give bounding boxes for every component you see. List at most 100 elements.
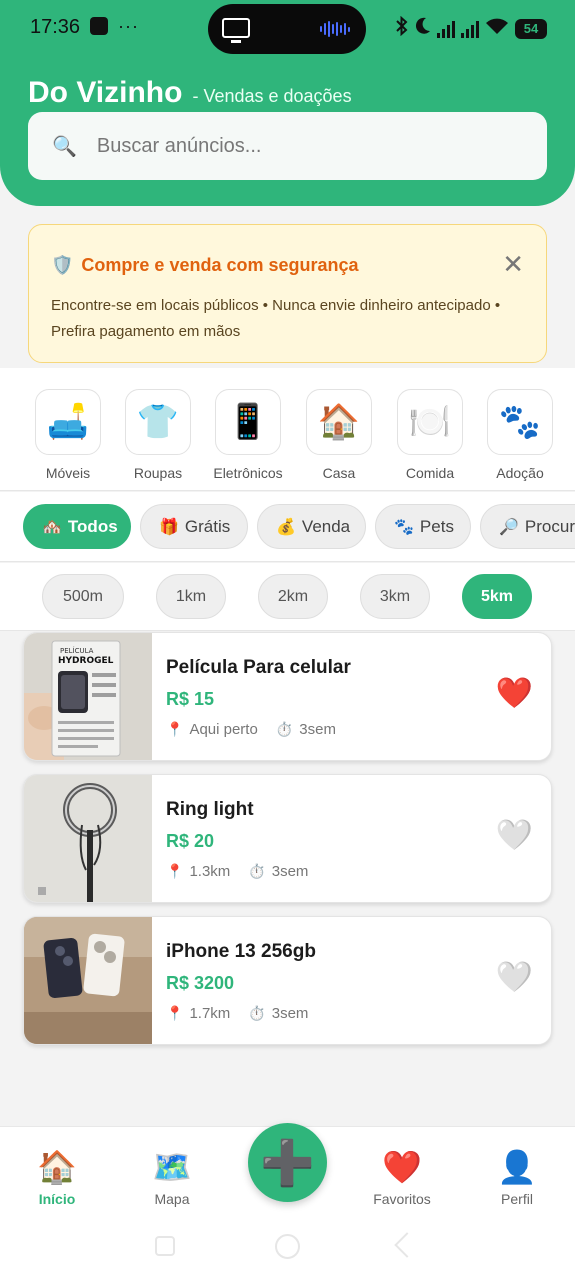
favorite-heart-icon[interactable]: ❤️ [496,679,533,709]
listing-distance: 1.7km [189,1005,231,1022]
app-header: 17:36 ··· 54 Do Vizinho - Vendas e doaçõ… [0,0,575,206]
listing-card[interactable]: Ring light R$ 20 📍 1.3km ⏱️ 3sem 🤍 [23,774,552,903]
status-bar: 17:36 ··· 54 [0,0,575,56]
moon-icon [415,17,431,40]
location-pin-icon: 📍 [166,863,184,879]
signal-icon-1 [437,20,455,38]
shield-icon: 🛡️ [51,255,74,275]
profile-icon: 👤 [497,1149,537,1185]
recent-apps-button[interactable] [155,1236,175,1256]
category-label: Eletrônicos [213,465,283,481]
paw-icon: 🐾 [487,389,553,455]
filter-pets[interactable]: 🐾 Pets [375,504,471,549]
distance-5km[interactable]: 5km [462,574,532,619]
category-roupas[interactable]: 👕 Roupas [113,389,203,481]
category-list: 🛋️ Móveis 👕 Roupas 📱 Eletrônicos 🏠 Casa … [0,368,575,491]
favorite-heart-icon[interactable]: 🤍 [496,821,533,851]
magnifier-icon: 🔎 [499,518,519,536]
listing-time: 3sem [271,863,309,880]
listing-card[interactable]: iPhone 13 256gb R$ 3200 📍 1.7km ⏱️ 3sem … [23,916,552,1045]
category-label: Comida [405,465,455,481]
home-icon: 🏠 [37,1149,77,1185]
status-time: 17:36 [30,16,81,38]
gift-icon: 🎁 [159,518,179,536]
listing-card[interactable]: PELÍCULA HYDROGEL Película Para celular … [23,632,552,761]
paw-icon: 🐾 [394,518,414,536]
stopwatch-icon: ⏱️ [275,721,294,737]
listing-distance: Aqui perto [189,721,258,738]
distance-3km[interactable]: 3km [360,574,430,619]
bluetooth-icon [395,15,409,41]
search-bar[interactable]: 🔍 [28,112,547,180]
category-moveis[interactable]: 🛋️ Móveis [23,389,113,481]
plate-icon: 🍽️ [397,389,463,455]
category-label: Móveis [45,465,91,481]
system-navigation [0,1226,575,1266]
listing-photo: PELÍCULA HYDROGEL [24,633,152,760]
wifi-icon [485,17,509,40]
distance-filter: 500m 1km 2km 3km 5km [0,563,575,631]
nav-favoritos[interactable]: ❤️ Favoritos [352,1147,452,1207]
listing-distance: 1.3km [189,863,231,880]
add-listing-button[interactable]: ➕ [248,1123,327,1202]
listing-time: 3sem [299,721,336,738]
category-adocao[interactable]: 🐾 Adoção [475,389,565,481]
distance-2km[interactable]: 2km [258,574,328,619]
listing-price: R$ 20 [166,831,215,851]
distance-1km[interactable]: 1km [156,574,226,619]
app-title: Do Vizinho [28,76,183,109]
app-subtitle: - Vendas e doações [192,86,352,106]
safety-banner: 🛡️ Compre e venda com segurança ✕ Encont… [28,224,547,363]
listing-price: R$ 15 [166,689,215,709]
stopwatch-icon: ⏱️ [248,863,266,879]
category-label: Roupas [133,465,183,481]
safety-title: Compre e venda com segurança [81,255,359,275]
category-eletronicos[interactable]: 📱 Eletrônicos [203,389,293,481]
nav-perfil[interactable]: 👤 Perfil [467,1147,567,1207]
nav-inicio[interactable]: 🏠 Início [7,1147,107,1207]
houses-icon: 🏘️ [42,518,62,536]
listing-time: 3sem [271,1005,309,1022]
nav-mapa[interactable]: 🗺️ Mapa [122,1147,222,1207]
dynamic-island [208,4,366,54]
listing-photo [24,917,152,1044]
safety-text: Encontre-se em locais públicos • Nunca e… [51,297,501,340]
search-icon: 🔍 [52,135,77,158]
audio-wave-icon [320,20,350,38]
stopwatch-icon: ⏱️ [248,1005,266,1021]
close-icon[interactable]: ✕ [502,251,524,277]
back-button[interactable] [394,1232,420,1258]
home-button[interactable] [275,1234,300,1259]
filter-procura[interactable]: 🔎 Procur [480,504,575,549]
listing-title: Película Para celular [166,657,351,678]
filter-todos[interactable]: 🏘️ Todos [23,504,131,549]
search-input[interactable] [96,134,497,158]
category-comida[interactable]: 🍽️ Comida [385,389,475,481]
map-icon: 🗺️ [152,1149,192,1185]
location-pin-icon: 📍 [166,721,184,737]
category-label: Casa [322,465,356,481]
signal-icon-2 [461,20,479,38]
app-notification-icon [90,17,108,35]
money-bag-icon: 💰 [276,518,296,536]
more-notifications-icon: ··· [118,16,139,36]
listing-title: iPhone 13 256gb [166,941,316,962]
category-casa[interactable]: 🏠 Casa [294,389,384,481]
favorite-heart-icon[interactable]: 🤍 [496,963,533,993]
filter-venda[interactable]: 💰 Venda [257,504,366,549]
distance-500m[interactable]: 500m [42,574,124,619]
svg-text:PELÍCULA: PELÍCULA [60,646,94,655]
heart-icon: ❤️ [382,1149,422,1185]
tv-icon [222,18,250,43]
phone-icon: 📱 [215,389,281,455]
house-icon: 🏠 [306,389,372,455]
battery-icon: 54 [515,18,547,39]
sofa-icon: 🛋️ [35,389,101,455]
listing-price: R$ 3200 [166,973,235,993]
filter-gratis[interactable]: 🎁 Grátis [140,504,248,549]
svg-text:HYDROGEL: HYDROGEL [58,656,114,666]
listing-photo [24,775,152,902]
location-pin-icon: 📍 [166,1005,184,1021]
tshirt-icon: 👕 [125,389,191,455]
filter-chips: 🏘️ Todos 🎁 Grátis 💰 Venda 🐾 Pets 🔎 Procu… [0,492,575,562]
